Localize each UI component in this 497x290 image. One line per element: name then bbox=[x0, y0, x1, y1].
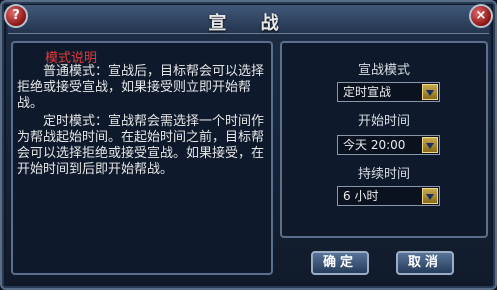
normal-mode-text: 普通模式：宣战后，目标帮会可以选择拒绝或接受宣战，如果接受则立即开始帮战。 bbox=[17, 64, 265, 111]
description-panel: 模式说明 普通模式：宣战后，目标帮会可以选择拒绝或接受宣战，如果接受则立即开始帮… bbox=[11, 41, 273, 275]
mode-select[interactable]: 定时宣战 bbox=[337, 82, 440, 102]
settings-panel: 宣战模式 定时宣战 开始时间 今天 20:00 持续时间 6 小时 bbox=[280, 41, 488, 238]
start-time-value: 今天 20:00 bbox=[343, 138, 406, 152]
dialog-title: 宣 战 bbox=[208, 13, 293, 34]
confirm-button[interactable]: 确定 bbox=[311, 251, 369, 275]
mode-label: 宣战模式 bbox=[357, 63, 410, 78]
start-time-select[interactable]: 今天 20:00 bbox=[337, 135, 440, 155]
duration-label: 持续时间 bbox=[357, 167, 410, 182]
chevron-down-icon[interactable] bbox=[422, 137, 438, 153]
start-time-label: 开始时间 bbox=[357, 114, 410, 129]
duration-select[interactable]: 6 小时 bbox=[337, 186, 440, 206]
timed-mode-text: 定时模式：宣战帮会需选择一个时间作为帮战起始时间。在起始时间之前，目标帮会可以选… bbox=[17, 114, 265, 177]
close-icon[interactable]: × bbox=[469, 4, 493, 28]
mode-select-value: 定时宣战 bbox=[343, 85, 392, 99]
title-bar[interactable]: 宣 战 bbox=[8, 5, 489, 34]
cancel-button[interactable]: 取消 bbox=[396, 251, 454, 275]
chevron-down-icon[interactable] bbox=[422, 84, 438, 100]
chevron-down-icon[interactable] bbox=[422, 188, 438, 204]
help-icon[interactable]: ? bbox=[4, 4, 28, 28]
duration-value: 6 小时 bbox=[343, 189, 379, 203]
declare-war-dialog: 宣 战 ? × 模式说明 普通模式：宣战后，目标帮会可以选择拒绝或接受宣战，如果… bbox=[0, 0, 497, 290]
